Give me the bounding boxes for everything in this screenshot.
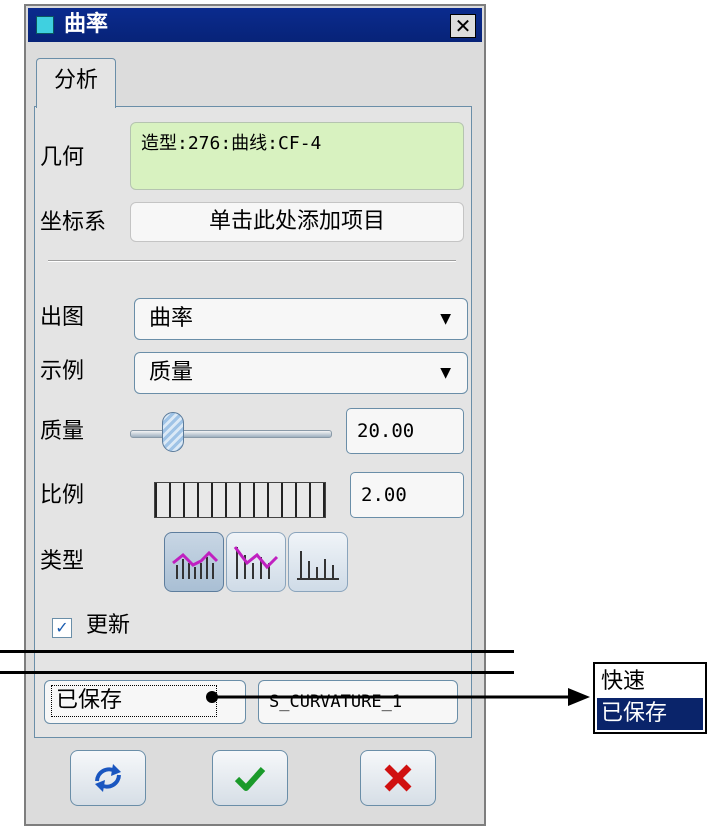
saved-options-popup: 快速 已保存 [593,662,707,734]
option-saved[interactable]: 已保存 [597,698,703,730]
tab-analysis[interactable]: 分析 [36,58,116,108]
option-fast[interactable]: 快速 [597,666,703,698]
